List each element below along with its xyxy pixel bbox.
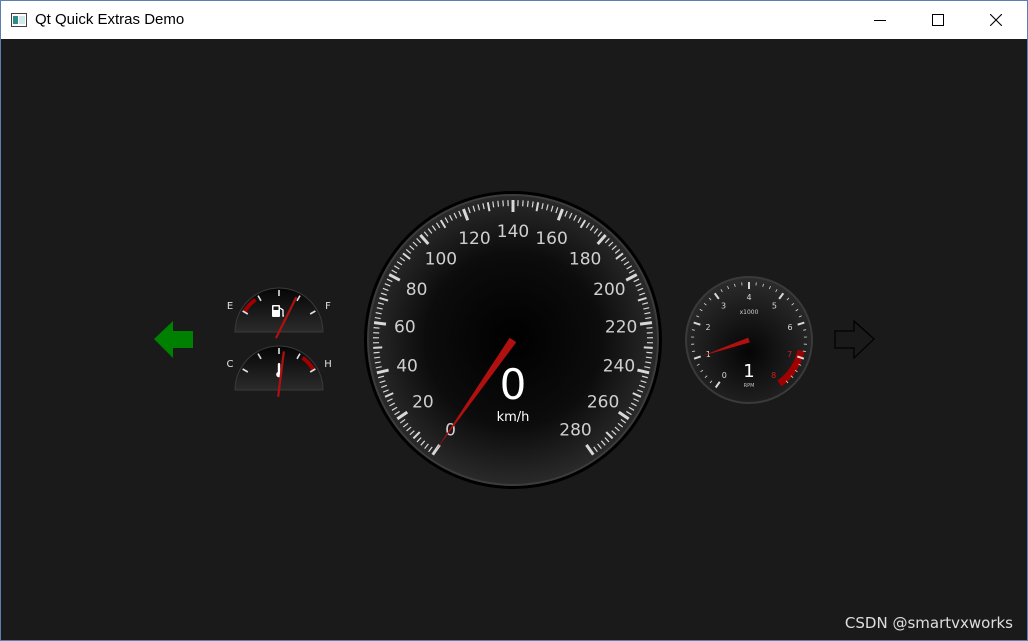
right-turn-indicator [834,319,875,360]
dashboard-canvas: E F C H 20406080100120 140 1601802002202… [154,191,875,489]
temp-hot-label: H [324,359,332,370]
speed-label: 80 [406,280,428,300]
speed-tick [373,351,380,354]
speed-tick [639,321,653,326]
speedometer: 020406080100120140160180200220240260280 … [364,191,662,489]
window-title: Qt Quick Extras Demo [35,11,185,28]
temperature-gauge: C H [227,345,332,398]
speed-label: 220 [605,317,637,337]
speed-tick [646,327,653,329]
tach-label: 8 [771,371,776,380]
speed-label: 20 [412,392,434,412]
speed-label: 120 [458,229,490,249]
speed-label: 240 [603,357,635,377]
tach-label: 6 [787,323,792,332]
speed-label: 140 [497,222,529,242]
speed-label: 180 [569,249,601,269]
watermark: CSDN @smartvxworks [844,614,1013,632]
speed-tick [374,356,381,359]
rpm-unit: RPM [744,383,755,389]
speed-tick [497,200,500,207]
right-arrow-icon [834,319,875,360]
speed-label: 200 [593,280,625,300]
tach-label: 4 [746,293,751,302]
tach-label: 0 [722,371,727,380]
tach-tick [691,329,695,331]
maximize-button[interactable] [909,1,967,39]
app-icon [11,13,27,27]
speed-tick [373,346,383,349]
speed-label: 60 [394,317,416,337]
temp-cold-label: C [227,359,234,370]
speed-tick [373,321,387,326]
speed-label: 280 [559,420,591,440]
speed-label: 40 [396,357,418,377]
speed-tick [373,327,380,329]
app-window: Qt Quick Extras Demo E F C H 20 40 60 80… [0,0,1028,641]
speed-label: 100 [425,249,457,269]
speed-label: 160 [535,229,567,249]
speed-tick [643,346,653,349]
speed-tick [531,201,534,208]
tachometer: 012345678 x1000 1 RPM [685,276,813,404]
speed-tick [646,351,653,354]
speed-tick [492,201,495,208]
tach-label: 7 [787,350,792,359]
close-icon [990,14,1002,26]
left-turn-indicator [154,321,193,358]
title-bar[interactable]: Qt Quick Extras Demo [1,1,1027,39]
fuel-empty-label: E [227,301,233,312]
left-arrow-icon [154,321,193,358]
speed-readout: 0 [500,360,527,409]
dashboard: E F C H 20 40 60 80 100 120 140 160 180 … [1,39,1027,640]
speed-tick [526,200,529,207]
rpm-readout: 1 [743,361,754,382]
speed-label: 260 [587,392,619,412]
tach-label: 2 [705,323,710,332]
speed-unit: km/h [497,410,530,425]
minimize-icon [874,20,886,21]
minimize-button[interactable] [851,1,909,39]
speed-tick [645,356,652,359]
tach-label: 5 [772,301,777,310]
tach-multiplier: x1000 [740,309,759,316]
tach-label: 3 [721,301,726,310]
fuel-gauge: E F [227,287,331,339]
close-button[interactable] [967,1,1025,39]
fuel-full-label: F [325,301,331,312]
maximize-icon [932,14,944,26]
tach-tick [803,329,807,331]
